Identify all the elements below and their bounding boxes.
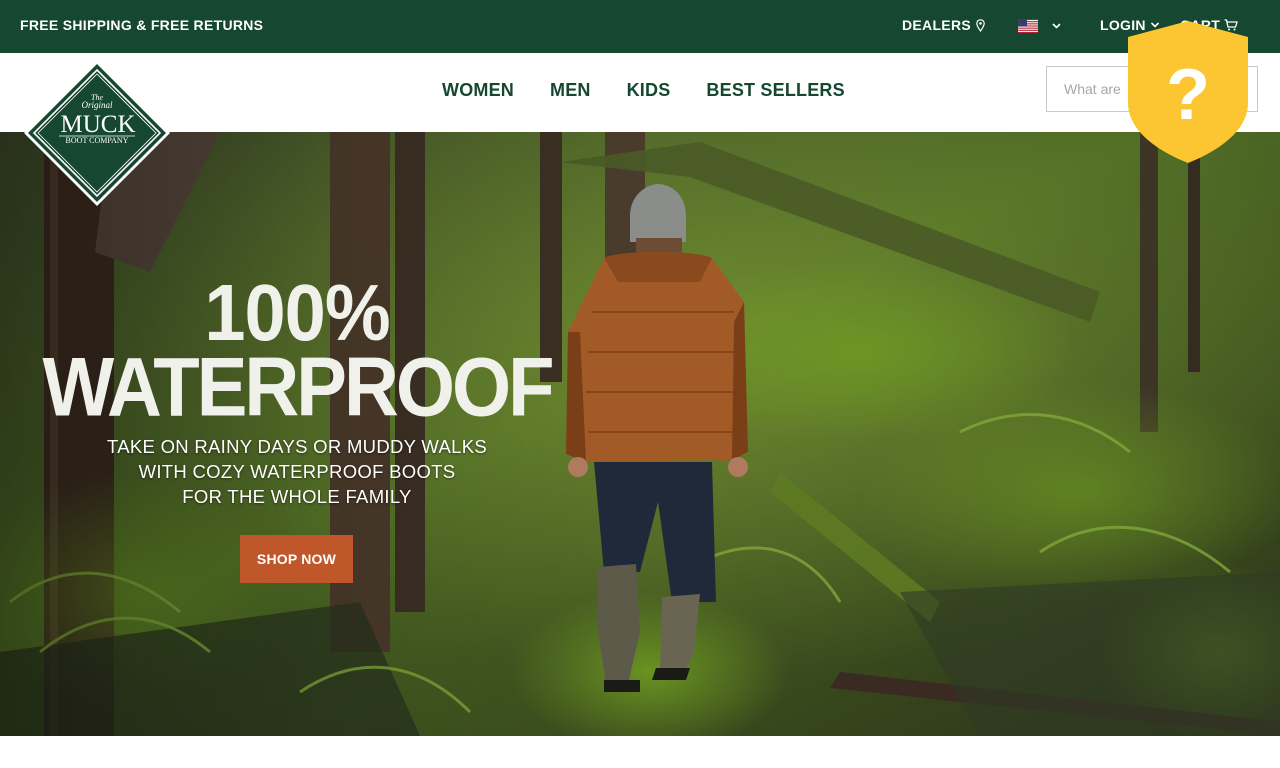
map-pin-icon: [976, 18, 985, 32]
dealers-link[interactable]: DEALERS: [902, 17, 985, 33]
logo-text-original: Original: [81, 100, 113, 110]
shipping-promo: FREE SHIPPING & FREE RETURNS: [20, 17, 264, 33]
dealers-label: DEALERS: [902, 17, 971, 33]
hero-subheadline-line1: TAKE ON RAINY DAYS OR MUDDY WALKS: [107, 436, 487, 457]
us-flag-icon[interactable]: [1018, 19, 1038, 33]
category-nav: WOMEN MEN KIDS BEST SELLERS: [442, 80, 845, 101]
hero-subheadline: TAKE ON RAINY DAYS OR MUDDY WALKS WITH C…: [0, 434, 594, 509]
brand-logo[interactable]: The Original MUCK BOOT COMPANY: [24, 60, 170, 206]
hero-headline-line2: WATERPROOF: [42, 340, 554, 435]
hero-subheadline-line3: FOR THE WHOLE FAMILY: [182, 486, 412, 507]
nav-item-best-sellers[interactable]: BEST SELLERS: [706, 80, 844, 101]
question-mark-icon: ?: [1166, 55, 1210, 135]
main-navigation: WOMEN MEN KIDS BEST SELLERS: [0, 53, 1280, 132]
nav-item-women[interactable]: WOMEN: [442, 80, 514, 101]
chevron-down-icon[interactable]: [1051, 17, 1062, 35]
hero-subheadline-line2: WITH COZY WATERPROOF BOOTS: [138, 461, 456, 482]
muck-boot-logo-icon: The Original MUCK BOOT COMPANY: [24, 60, 170, 206]
hero-banner: 100% WATERPROOF TAKE ON RAINY DAYS OR MU…: [0, 132, 1280, 736]
logo-text-muck: MUCK: [60, 111, 135, 138]
top-utility-bar: FREE SHIPPING & FREE RETURNS DEALERS LOG…: [0, 0, 1280, 53]
logo-text-boot-company: BOOT COMPANY: [66, 136, 129, 145]
help-shield-badge[interactable]: ?: [1126, 19, 1250, 165]
nav-item-men[interactable]: MEN: [550, 80, 591, 101]
shop-now-button[interactable]: SHOP NOW: [240, 535, 353, 583]
nav-item-kids[interactable]: KIDS: [627, 80, 671, 101]
